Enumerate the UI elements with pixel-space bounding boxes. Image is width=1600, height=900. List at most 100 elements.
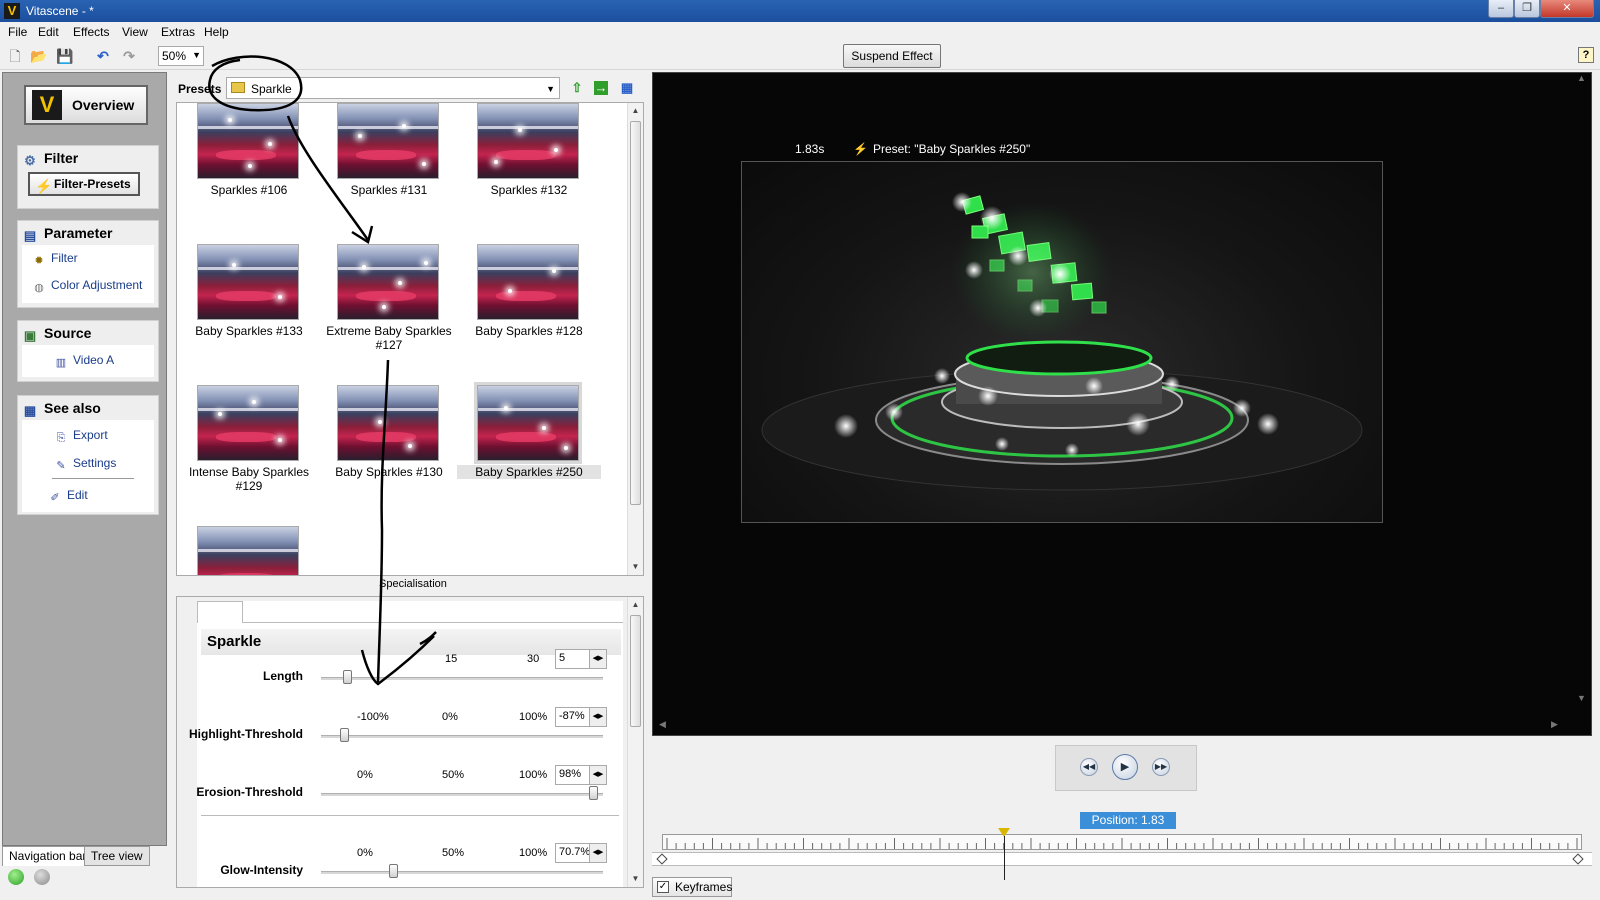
parameter-value-field[interactable]: 98%	[555, 765, 591, 785]
scroll-up-icon[interactable]: ▲	[628, 103, 643, 119]
folder-up-icon[interactable]: ⇧	[568, 79, 586, 97]
scrollbar-thumb[interactable]	[630, 121, 641, 505]
vitascene-logo-icon: V	[32, 90, 62, 120]
parameter-value-field[interactable]: -87%	[555, 707, 591, 727]
tab-navigation-bar[interactable]: Navigation bar	[2, 846, 94, 866]
parameter-slider-track[interactable]	[321, 677, 603, 680]
parameter-spinner[interactable]: ◀▶	[589, 843, 607, 863]
scroll-down-icon[interactable]: ▼	[628, 559, 643, 575]
nav-item-color-adjustment[interactable]: ◍ Color Adjustment	[32, 278, 142, 295]
nav-item-video-a[interactable]: ▥ Video A	[54, 353, 114, 370]
step-forward-icon[interactable]: ▶▶	[1152, 758, 1170, 776]
preset-folder-value: Sparkle	[251, 82, 292, 96]
step-back-icon[interactable]: ◀◀	[1080, 758, 1098, 776]
overview-button[interactable]: V Overview	[24, 85, 148, 125]
import-icon[interactable]: →	[594, 81, 608, 95]
preset-thumbnail	[197, 244, 299, 320]
parameter-slider-knob[interactable]	[342, 670, 352, 684]
parameter-value-field[interactable]: 70.7%	[555, 843, 591, 863]
timeline-track[interactable]	[652, 852, 1592, 866]
undo-icon[interactable]: ↶	[94, 47, 112, 65]
parameter-tick-label: -100%	[357, 711, 389, 723]
timeline-ruler[interactable]	[662, 834, 1582, 850]
preset-caption: Sparkles #106	[210, 183, 288, 197]
parameter-scrollbar[interactable]: ▲ ▼	[627, 597, 643, 887]
preview-viewport[interactable]: 1.83s ⚡ Preset: "Baby Sparkles #250" ◀ ▶…	[652, 72, 1592, 736]
nav-item-edit[interactable]: ✐ Edit	[48, 488, 87, 505]
parameter-slider-knob[interactable]	[340, 728, 350, 742]
zoom-select[interactable]: 50% ▼	[158, 46, 204, 66]
navigation-bar: V Overview ⚙ Filter ⚡ Filter-Presets ▤ Para…	[2, 72, 167, 846]
help-icon[interactable]: ?	[1578, 47, 1594, 63]
parameter-slider-track[interactable]	[321, 793, 603, 796]
parameter-spinner[interactable]: ◀▶	[589, 707, 607, 727]
scrollbar-thumb[interactable]	[630, 615, 641, 727]
preset-thumbnail	[474, 382, 582, 464]
parameter-panel: Sparkle Length 15 30 5 ◀▶ Highlight-Threshold…	[176, 596, 644, 888]
parameter-label: Glow-Intensity	[220, 863, 303, 877]
open-folder-icon[interactable]: 📂	[30, 47, 48, 65]
preset-folder-select[interactable]: Sparkle ▼	[226, 77, 560, 99]
parameter-slider-knob[interactable]	[588, 786, 598, 800]
menu-view[interactable]: View	[122, 25, 148, 39]
redo-icon[interactable]: ↷	[120, 47, 138, 65]
suspend-effect-button[interactable]: Suspend Effect	[843, 44, 941, 68]
scroll-up-icon[interactable]: ▲	[628, 597, 643, 613]
parameter-slider-knob[interactable]	[389, 864, 399, 878]
chevron-down-icon: ▼	[192, 50, 201, 60]
tab-divider	[243, 622, 623, 623]
preview-horizontal-scrollbar[interactable]: ◀ ▶	[655, 719, 1565, 733]
timeline[interactable]	[652, 828, 1592, 880]
nav-group-see-also: ▦ See also ⎘ Export ✎ Settings ✐ Edit	[17, 395, 159, 515]
window-title: Vitascene - *	[26, 4, 94, 18]
preset-caption: Baby Sparkles #130	[335, 465, 443, 479]
keyframes-toggle[interactable]: ✓ Keyframes	[652, 877, 732, 897]
back-arrow-icon[interactable]	[8, 869, 24, 885]
preview-preset-label: ⚡ Preset: "Baby Sparkles #250"	[853, 142, 1031, 156]
nav-item-settings[interactable]: ✎ Settings	[54, 456, 116, 473]
nav-divider	[52, 478, 134, 479]
maximize-button[interactable]: ❐	[1514, 0, 1540, 18]
nav-item-filter[interactable]: ✹ Filter	[32, 251, 77, 268]
preview-vertical-scrollbar[interactable]: ▲ ▼	[1573, 73, 1589, 733]
close-button[interactable]: ✕	[1540, 0, 1594, 18]
scroll-down-icon[interactable]: ▼	[1577, 693, 1586, 703]
new-file-icon[interactable]: 🗋	[6, 47, 24, 65]
preset-caption: Extreme Baby Sparkles #127	[326, 324, 452, 352]
keyframes-checkbox[interactable]: ✓	[657, 881, 669, 893]
parameter-label: Length	[263, 669, 303, 683]
playhead-line	[1004, 836, 1005, 880]
menu-extras[interactable]: Extras	[161, 25, 195, 39]
menu-effects[interactable]: Effects	[73, 25, 109, 39]
nav-group-filter: ⚙ Filter ⚡ Filter-Presets	[17, 145, 159, 209]
film-icon: ▥	[55, 357, 67, 369]
scroll-up-icon[interactable]: ▲	[1577, 73, 1586, 83]
menu-edit[interactable]: Edit	[38, 25, 59, 39]
scroll-left-icon[interactable]: ◀	[659, 719, 666, 730]
lightning-icon: ⚡	[35, 178, 53, 194]
filter-presets-button[interactable]: ⚡ Filter-Presets	[28, 172, 140, 196]
parameter-tab[interactable]	[197, 601, 243, 623]
parameter-spinner[interactable]: ◀▶	[589, 765, 607, 785]
preset-caption: Intense Baby Sparkles #129	[188, 465, 310, 493]
forward-arrow-icon[interactable]	[34, 869, 50, 885]
save-icon[interactable]: 💾	[56, 47, 74, 65]
nav-group-heading: ▤ Parameter	[23, 225, 113, 243]
menu-help[interactable]: Help	[204, 25, 229, 39]
parameter-slider-track[interactable]	[321, 871, 603, 874]
menu-file[interactable]: File	[8, 25, 27, 39]
minimize-button[interactable]: ‒	[1488, 0, 1514, 18]
play-icon[interactable]: ▶	[1112, 754, 1138, 780]
sparkle-render	[761, 192, 1363, 491]
scroll-right-icon[interactable]: ▶	[1551, 719, 1558, 730]
parameter-slider-track[interactable]	[321, 735, 603, 738]
preset-thumbnail	[337, 385, 439, 461]
parameter-spinner[interactable]: ◀▶	[589, 649, 607, 669]
parameter-value-field[interactable]: 5	[555, 649, 591, 669]
presets-scrollbar[interactable]: ▲ ▼	[627, 103, 643, 575]
nav-item-export[interactable]: ⎘ Export	[54, 428, 108, 445]
tab-tree-view[interactable]: Tree view	[84, 846, 150, 866]
grid-view-icon[interactable]: ▦	[618, 79, 636, 97]
scroll-down-icon[interactable]: ▼	[628, 871, 643, 887]
nav-group-heading: ⚙ Filter	[22, 150, 78, 168]
